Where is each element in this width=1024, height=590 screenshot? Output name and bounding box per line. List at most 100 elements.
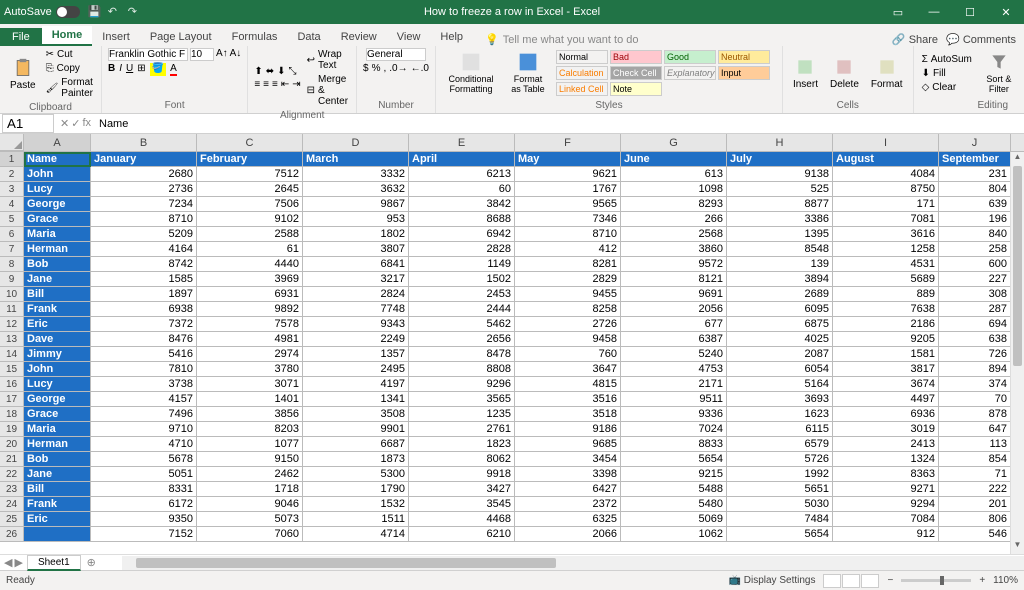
- increase-font-icon[interactable]: A↑: [216, 48, 228, 61]
- name-cell[interactable]: Herman: [24, 437, 91, 452]
- data-cell[interactable]: 4440: [197, 257, 303, 272]
- data-cell[interactable]: 5240: [621, 347, 727, 362]
- data-cell[interactable]: 677: [621, 317, 727, 332]
- copy-button[interactable]: ⎘Copy: [44, 62, 95, 75]
- column-header-I[interactable]: I: [833, 134, 939, 151]
- name-cell[interactable]: Eric: [24, 317, 91, 332]
- row-header[interactable]: 12: [0, 317, 24, 332]
- data-cell[interactable]: 2824: [303, 287, 409, 302]
- decrease-decimal-icon[interactable]: ←.0: [411, 63, 429, 74]
- data-cell[interactable]: 3545: [409, 497, 515, 512]
- name-cell[interactable]: [24, 527, 91, 542]
- data-cell[interactable]: 6687: [303, 437, 409, 452]
- row-header[interactable]: 17: [0, 392, 24, 407]
- data-cell[interactable]: 3693: [727, 392, 833, 407]
- comments-button[interactable]: 💬 Comments: [946, 33, 1016, 46]
- number-format-select[interactable]: [366, 48, 426, 61]
- data-cell[interactable]: 8833: [621, 437, 727, 452]
- sort-filter-button[interactable]: Sort & Filter: [978, 50, 1020, 96]
- row-header[interactable]: 1: [0, 152, 24, 167]
- data-cell[interactable]: 70: [939, 392, 1011, 407]
- data-cell[interactable]: 4468: [409, 512, 515, 527]
- style-note[interactable]: Note: [610, 82, 662, 96]
- data-cell[interactable]: 3817: [833, 362, 939, 377]
- data-cell[interactable]: 7578: [197, 317, 303, 332]
- data-cell[interactable]: 694: [939, 317, 1011, 332]
- ribbon-options-icon[interactable]: ▭: [880, 0, 916, 24]
- column-header-B[interactable]: B: [91, 134, 197, 151]
- scroll-up-icon[interactable]: ▲: [1011, 152, 1024, 166]
- align-center-icon[interactable]: ≡: [263, 79, 269, 90]
- sheet-nav-prev-icon[interactable]: ◀: [4, 556, 12, 569]
- data-cell[interactable]: 3738: [91, 377, 197, 392]
- data-cell[interactable]: 3508: [303, 407, 409, 422]
- data-cell[interactable]: 4497: [833, 392, 939, 407]
- data-cell[interactable]: 2066: [515, 527, 621, 542]
- clear-button[interactable]: ◇Clear: [920, 81, 974, 94]
- data-cell[interactable]: 1098: [621, 182, 727, 197]
- data-cell[interactable]: 953: [303, 212, 409, 227]
- data-cell[interactable]: 3632: [303, 182, 409, 197]
- indent-decrease-icon[interactable]: ⇤: [281, 79, 289, 90]
- name-cell[interactable]: Maria: [24, 227, 91, 242]
- enter-formula-icon[interactable]: ✓: [71, 117, 80, 130]
- data-cell[interactable]: 9186: [515, 422, 621, 437]
- data-cell[interactable]: 7484: [727, 512, 833, 527]
- row-header[interactable]: 4: [0, 197, 24, 212]
- data-cell[interactable]: 7512: [197, 167, 303, 182]
- decrease-font-icon[interactable]: A↓: [230, 48, 242, 61]
- percent-icon[interactable]: %: [372, 63, 381, 74]
- data-cell[interactable]: 8688: [409, 212, 515, 227]
- column-header-A[interactable]: A: [24, 134, 91, 151]
- data-cell[interactable]: 2828: [409, 242, 515, 257]
- data-cell[interactable]: 1585: [91, 272, 197, 287]
- data-cell[interactable]: 5164: [727, 377, 833, 392]
- name-cell[interactable]: Lucy: [24, 377, 91, 392]
- data-cell[interactable]: 9336: [621, 407, 727, 422]
- name-cell[interactable]: Lucy: [24, 182, 91, 197]
- data-cell[interactable]: 7152: [91, 527, 197, 542]
- close-icon[interactable]: ✕: [988, 0, 1024, 24]
- data-cell[interactable]: 8363: [833, 467, 939, 482]
- name-cell[interactable]: Dave: [24, 332, 91, 347]
- style-explanatory[interactable]: Explanatory: [664, 66, 716, 80]
- column-header-J[interactable]: J: [939, 134, 1011, 151]
- delete-cells-button[interactable]: Delete: [826, 55, 863, 92]
- data-cell[interactable]: 6054: [727, 362, 833, 377]
- data-cell[interactable]: 9150: [197, 452, 303, 467]
- data-cell[interactable]: 2588: [197, 227, 303, 242]
- align-middle-icon[interactable]: ⬌: [266, 66, 274, 77]
- data-cell[interactable]: 7496: [91, 407, 197, 422]
- zoom-in-button[interactable]: +: [979, 575, 985, 586]
- data-cell[interactable]: 912: [833, 527, 939, 542]
- fill-button[interactable]: ⬇Fill: [920, 67, 974, 80]
- data-cell[interactable]: 7506: [197, 197, 303, 212]
- data-cell[interactable]: 3807: [303, 242, 409, 257]
- header-cell[interactable]: May: [515, 152, 621, 167]
- header-cell[interactable]: September: [939, 152, 1011, 167]
- data-cell[interactable]: 3565: [409, 392, 515, 407]
- style-input[interactable]: Input: [718, 66, 770, 80]
- font-size-select[interactable]: [190, 48, 214, 61]
- name-cell[interactable]: Herman: [24, 242, 91, 257]
- data-cell[interactable]: 9205: [833, 332, 939, 347]
- data-cell[interactable]: 2736: [91, 182, 197, 197]
- row-header[interactable]: 22: [0, 467, 24, 482]
- align-right-icon[interactable]: ≡: [272, 79, 278, 90]
- format-cells-button[interactable]: Format: [867, 55, 907, 92]
- scroll-down-icon[interactable]: ▼: [1011, 540, 1024, 554]
- data-cell[interactable]: 9621: [515, 167, 621, 182]
- data-cell[interactable]: 5678: [91, 452, 197, 467]
- tab-insert[interactable]: Insert: [92, 28, 140, 46]
- data-cell[interactable]: 2186: [833, 317, 939, 332]
- style-bad[interactable]: Bad: [610, 50, 662, 64]
- data-cell[interactable]: 9565: [515, 197, 621, 212]
- increase-decimal-icon[interactable]: .0→: [389, 63, 407, 74]
- data-cell[interactable]: 287: [939, 302, 1011, 317]
- row-header[interactable]: 13: [0, 332, 24, 347]
- data-cell[interactable]: 7810: [91, 362, 197, 377]
- header-cell[interactable]: January: [91, 152, 197, 167]
- data-cell[interactable]: 3780: [197, 362, 303, 377]
- data-cell[interactable]: 1235: [409, 407, 515, 422]
- name-cell[interactable]: John: [24, 362, 91, 377]
